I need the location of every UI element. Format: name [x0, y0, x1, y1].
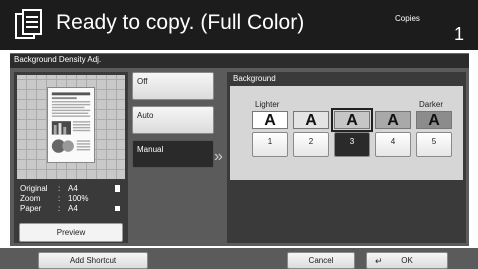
info-separator: : [58, 204, 61, 213]
copy-document-icon [15, 9, 42, 39]
info-separator: : [58, 184, 61, 193]
mode-manual-button[interactable]: Manual [132, 140, 214, 168]
info-label: Original [20, 184, 48, 193]
density-level-4-button[interactable]: 4 [375, 132, 411, 157]
info-paper: Paper: A4 [20, 204, 124, 213]
density-level-1-button[interactable]: 1 [252, 132, 288, 157]
ok-label: OK [401, 256, 413, 265]
info-zoom: Zoom:100% [20, 194, 124, 203]
copies-label: Copies [395, 14, 420, 23]
paper-tray-icon [115, 206, 120, 211]
info-separator: : [58, 194, 61, 203]
header-bar: Ready to copy. (Full Color) Copies 1 [0, 0, 478, 50]
density-sample-5: A [416, 111, 452, 129]
status-message: Ready to copy. (Full Color) [56, 11, 305, 34]
density-level-3-button[interactable]: 3 [334, 132, 370, 157]
info-value: A4 [68, 184, 78, 193]
info-label: Zoom [20, 194, 41, 203]
enter-arrow-icon: ↵ [375, 256, 383, 266]
lighter-label: Lighter [255, 100, 280, 109]
density-level-2-button[interactable]: 2 [293, 132, 329, 157]
copies-count: 1 [454, 24, 465, 44]
darker-label: Darker [419, 100, 444, 109]
mode-off-button[interactable]: Off [132, 72, 214, 100]
main-panel: Original: A4 Zoom:100% Paper: A4 Preview O… [10, 68, 469, 246]
add-shortcut-button[interactable]: Add Shortcut [38, 252, 148, 269]
preview-button[interactable]: Preview [19, 223, 123, 242]
preview-image [17, 75, 125, 179]
document-thumbnail [47, 87, 95, 163]
function-title-bar: Background Density Adj. [10, 53, 469, 68]
density-sample-2: A [293, 111, 329, 129]
panel-heading: Background [233, 74, 276, 83]
background-density-panel: Background Lighter Darker A A A A A 1 2 … [227, 72, 466, 243]
mode-auto-button[interactable]: Auto [132, 106, 214, 134]
bottom-bar: Add Shortcut Cancel ↵ OK [0, 248, 478, 269]
preview-panel: Original: A4 Zoom:100% Paper: A4 Preview [14, 72, 128, 243]
density-sample-1: A [252, 111, 288, 129]
info-value: A4 [68, 204, 78, 213]
function-title: Background Density Adj. [14, 55, 102, 64]
density-sample-3: A [331, 108, 373, 132]
info-label: Paper [20, 204, 42, 213]
info-value: 100% [68, 194, 89, 203]
density-level-5-button[interactable]: 5 [416, 132, 452, 157]
info-original: Original: A4 [20, 184, 124, 193]
density-control: Lighter Darker A A A A A 1 2 3 4 5 [230, 86, 463, 180]
density-sample-4: A [375, 111, 411, 129]
cancel-button[interactable]: Cancel [287, 252, 355, 269]
ok-button[interactable]: ↵ OK [366, 252, 448, 269]
chevron-right-icon: » [214, 148, 223, 165]
portrait-page-icon [115, 185, 120, 192]
